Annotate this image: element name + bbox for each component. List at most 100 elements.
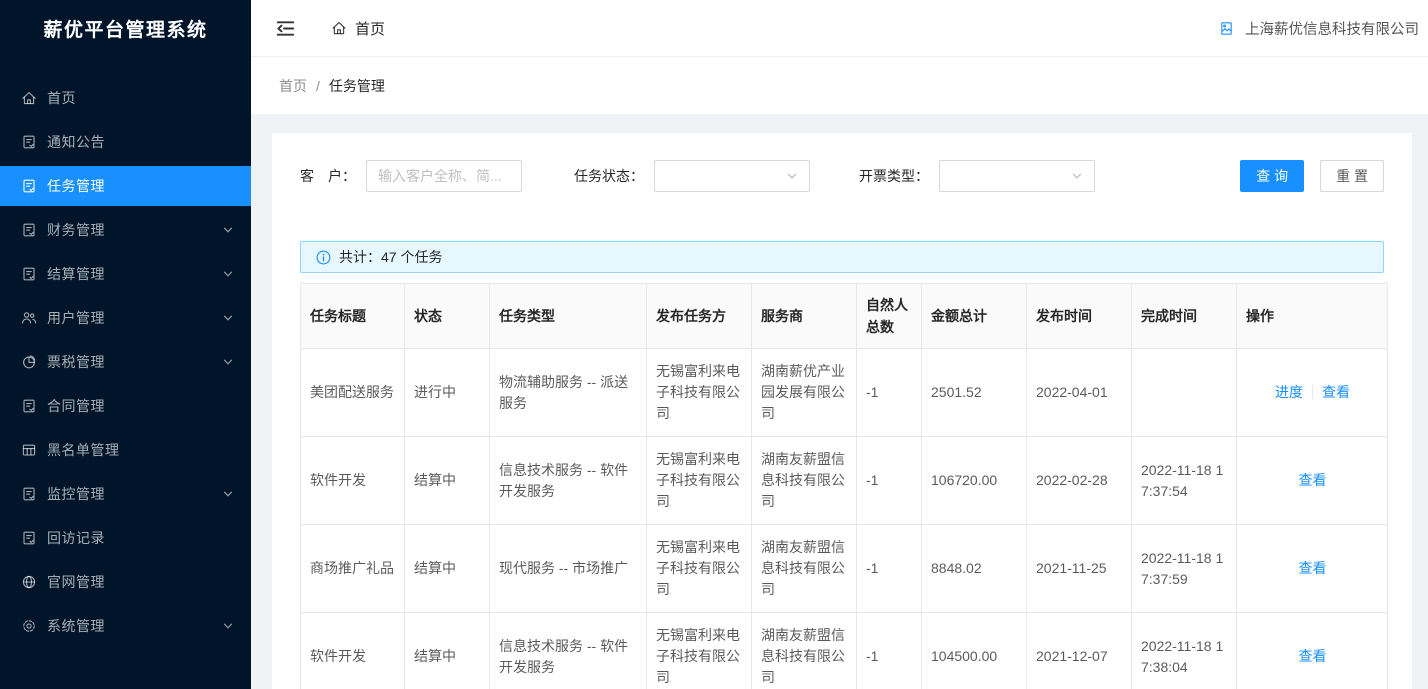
sidebar-item-label: 任务管理 — [47, 176, 234, 196]
sidebar-item-通知公告[interactable]: 通知公告 — [0, 122, 251, 162]
cell-actions: 查看 — [1237, 613, 1388, 689]
task-count-alert: 共计：47 个任务 — [300, 241, 1384, 273]
cell-title: 商场推广礼品 — [301, 525, 405, 613]
sidebar-item-黑名单管理[interactable]: 黑名单管理 — [0, 430, 251, 470]
cell-publisher: 无锡富利来电子科技有限公司 — [647, 613, 752, 689]
sidebar-item-label: 回访记录 — [47, 528, 234, 548]
customer-input[interactable] — [366, 160, 522, 192]
view-link[interactable]: 查看 — [1299, 648, 1327, 664]
menu-fold-icon[interactable] — [276, 19, 295, 38]
sidebar-menu: 首页通知公告任务管理财务管理结算管理用户管理票税管理合同管理黑名单管理监控管理回… — [0, 57, 251, 646]
view-link[interactable]: 查看 — [1322, 384, 1350, 400]
cell-finish_time: 2022-11-18 17:37:59 — [1132, 525, 1237, 613]
cell-publisher: 无锡富利来电子科技有限公司 — [647, 437, 752, 525]
table-row: 美团配送服务进行中物流辅助服务 -- 派送服务无锡富利来电子科技有限公司湖南薪优… — [301, 349, 1388, 437]
cell-actions: 查看 — [1237, 437, 1388, 525]
column-header: 发布时间 — [1027, 284, 1132, 349]
view-link[interactable]: 查看 — [1299, 472, 1327, 488]
company-name: 上海薪优信息科技有限公司 — [1245, 18, 1419, 39]
sidebar-item-label: 通知公告 — [47, 132, 234, 152]
cell-amount: 8848.02 — [922, 525, 1027, 613]
table-body: 美团配送服务进行中物流辅助服务 -- 派送服务无锡富利来电子科技有限公司湖南薪优… — [301, 349, 1388, 689]
top-header: 首页 上海薪优信息科技有限公司 — [251, 0, 1428, 57]
task-icon — [21, 178, 37, 194]
invoice-type-select[interactable] — [939, 160, 1095, 192]
cell-title: 美团配送服务 — [301, 349, 405, 437]
sidebar-item-监控管理[interactable]: 监控管理 — [0, 474, 251, 514]
info-circle-icon — [316, 250, 331, 265]
column-header: 金额总计 — [922, 284, 1027, 349]
sidebar-item-结算管理[interactable]: 结算管理 — [0, 254, 251, 294]
filter-row: 客 户： 任务状态： 开票类型： — [300, 160, 1384, 192]
user-company[interactable]: 上海薪优信息科技有限公司 — [1221, 18, 1420, 39]
cell-persons: -1 — [857, 349, 922, 437]
chevron-down-icon — [222, 356, 234, 368]
cell-publisher: 无锡富利来电子科技有限公司 — [647, 525, 752, 613]
sidebar-item-首页[interactable]: 首页 — [0, 78, 251, 118]
sidebar-item-用户管理[interactable]: 用户管理 — [0, 298, 251, 338]
cell-finish_time: 2022-11-18 17:38:04 — [1132, 613, 1237, 689]
sidebar-item-label: 合同管理 — [47, 396, 234, 416]
chevron-down-icon — [786, 170, 798, 182]
sidebar-item-label: 黑名单管理 — [47, 440, 234, 460]
reset-button[interactable]: 重 置 — [1320, 160, 1384, 192]
cell-provider: 湖南友薪盟信息科技有限公司 — [752, 525, 857, 613]
system-icon — [21, 618, 37, 634]
sidebar-item-票税管理[interactable]: 票税管理 — [0, 342, 251, 382]
cell-persons: -1 — [857, 525, 922, 613]
cell-publish_time: 2021-11-25 — [1027, 525, 1132, 613]
finance-icon — [21, 222, 37, 238]
sidebar-item-官网管理[interactable]: 官网管理 — [0, 562, 251, 602]
sidebar-item-财务管理[interactable]: 财务管理 — [0, 210, 251, 250]
sidebar-item-label: 财务管理 — [47, 220, 222, 240]
cell-actions: 进度 查看 — [1237, 349, 1388, 437]
cell-provider: 湖南友薪盟信息科技有限公司 — [752, 613, 857, 689]
breadcrumb-home[interactable]: 首页 — [279, 76, 307, 96]
users-icon — [21, 310, 37, 326]
column-header: 完成时间 — [1132, 284, 1237, 349]
task-table: 任务标题状态任务类型发布任务方服务商自然人总数金额总计发布时间完成时间操作 美团… — [300, 283, 1388, 689]
cell-status: 结算中 — [405, 613, 490, 689]
sidebar-item-回访记录[interactable]: 回访记录 — [0, 518, 251, 558]
sidebar-item-label: 系统管理 — [47, 616, 222, 636]
cell-finish_time: 2022-11-18 17:37:54 — [1132, 437, 1237, 525]
cell-provider: 湖南友薪盟信息科技有限公司 — [752, 437, 857, 525]
breadcrumb-separator: / — [316, 78, 320, 94]
sidebar-item-label: 监控管理 — [47, 484, 222, 504]
search-button[interactable]: 查 询 — [1240, 160, 1304, 192]
customer-filter: 客 户： — [300, 160, 522, 192]
task-card: 客 户： 任务状态： 开票类型： — [272, 133, 1412, 689]
app-title: 薪优平台管理系统 — [0, 0, 251, 57]
column-header: 自然人总数 — [857, 284, 922, 349]
cell-amount: 104500.00 — [922, 613, 1027, 689]
task-status-select[interactable] — [654, 160, 810, 192]
tab-home-label: 首页 — [355, 18, 385, 39]
cell-persons: -1 — [857, 613, 922, 689]
column-header: 发布任务方 — [647, 284, 752, 349]
task-status-label: 任务状态： — [574, 166, 644, 186]
sidebar-item-合同管理[interactable]: 合同管理 — [0, 386, 251, 426]
sidebar-item-任务管理[interactable]: 任务管理 — [0, 166, 251, 206]
sidebar-item-label: 结算管理 — [47, 264, 222, 284]
progress-link[interactable]: 进度 — [1275, 384, 1303, 400]
main-area: 首页 上海薪优信息科技有限公司 首页 / 任务管理 — [251, 0, 1428, 689]
cell-finish_time — [1132, 349, 1237, 437]
breadcrumb: 首页 / 任务管理 — [251, 57, 1428, 114]
table-header-row: 任务标题状态任务类型发布任务方服务商自然人总数金额总计发布时间完成时间操作 — [301, 284, 1388, 349]
page: 薪优平台管理系统 首页通知公告任务管理财务管理结算管理用户管理票税管理合同管理黑… — [0, 0, 1428, 689]
view-link[interactable]: 查看 — [1299, 560, 1327, 576]
task-status-filter: 任务状态： — [574, 160, 810, 192]
tab-home[interactable]: 首页 — [331, 18, 385, 39]
breadcrumb-current: 任务管理 — [329, 76, 385, 96]
chevron-down-icon — [222, 268, 234, 280]
website-icon — [21, 574, 37, 590]
column-header: 任务标题 — [301, 284, 405, 349]
column-header: 任务类型 — [490, 284, 647, 349]
sidebar-item-label: 官网管理 — [47, 572, 234, 592]
sidebar-item-系统管理[interactable]: 系统管理 — [0, 606, 251, 646]
sidebar: 薪优平台管理系统 首页通知公告任务管理财务管理结算管理用户管理票税管理合同管理黑… — [0, 0, 251, 689]
cell-actions: 查看 — [1237, 525, 1388, 613]
chevron-down-icon — [222, 224, 234, 236]
column-header: 状态 — [405, 284, 490, 349]
invoice-type-label: 开票类型： — [859, 166, 929, 186]
